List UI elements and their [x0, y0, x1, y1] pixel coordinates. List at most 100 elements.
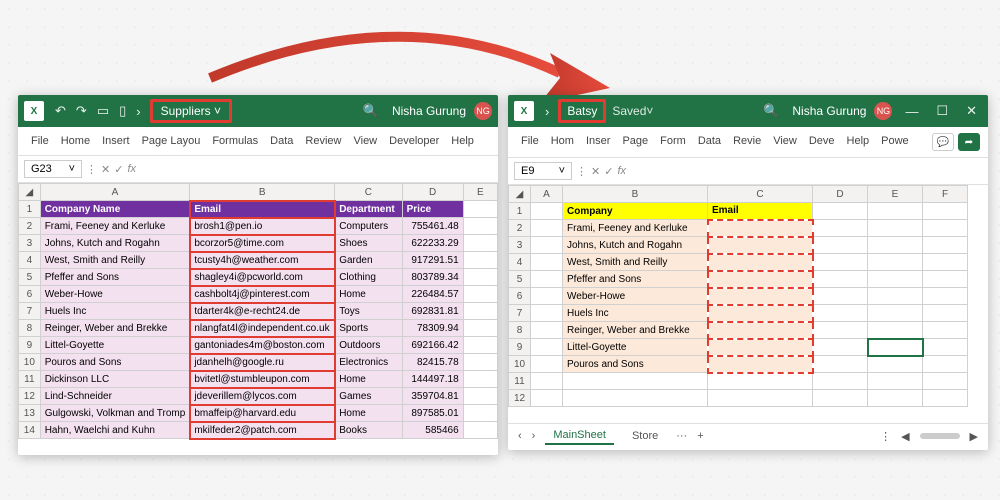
- row-header[interactable]: 12: [19, 388, 41, 405]
- cell[interactable]: [708, 390, 813, 407]
- ribbon-tab[interactable]: Formulas: [207, 133, 263, 149]
- cell[interactable]: Pouros and Sons: [40, 354, 190, 371]
- cell[interactable]: [463, 252, 497, 269]
- cell[interactable]: 897585.01: [402, 405, 463, 422]
- cell[interactable]: mkilfeder2@patch.com: [190, 422, 335, 439]
- cell[interactable]: shagley4i@pcworld.com: [190, 269, 335, 286]
- col-header[interactable]: D: [813, 186, 868, 203]
- select-all[interactable]: ◢: [509, 186, 531, 203]
- cell[interactable]: [531, 373, 563, 390]
- user-name[interactable]: Nisha Gurung: [392, 104, 466, 118]
- cell[interactable]: [813, 390, 868, 407]
- cell[interactable]: [531, 288, 563, 305]
- cell[interactable]: [868, 220, 923, 237]
- cell[interactable]: Home: [335, 405, 402, 422]
- col-header[interactable]: F: [923, 186, 968, 203]
- row-header[interactable]: 7: [19, 303, 41, 320]
- next-sheet-icon[interactable]: ›: [532, 430, 536, 442]
- document-name[interactable]: Batsy: [558, 99, 606, 123]
- row-header[interactable]: 5: [509, 271, 531, 288]
- cell[interactable]: 359704.81: [402, 388, 463, 405]
- formula-input[interactable]: [630, 165, 982, 177]
- avatar[interactable]: NG: [874, 102, 892, 120]
- ribbon-tab[interactable]: Page Layou: [137, 133, 206, 149]
- col-header[interactable]: A: [531, 186, 563, 203]
- row-header[interactable]: 3: [509, 237, 531, 254]
- cell[interactable]: Littel-Goyette: [40, 337, 190, 354]
- cell[interactable]: brosh1@pen.io: [190, 218, 335, 235]
- cell[interactable]: Shoes: [335, 235, 402, 252]
- cell[interactable]: [463, 320, 497, 337]
- row-header[interactable]: 1: [509, 203, 531, 220]
- cell[interactable]: [563, 390, 708, 407]
- cell[interactable]: [923, 339, 968, 356]
- confirm-icon[interactable]: ✓: [604, 165, 613, 178]
- col-header[interactable]: B: [190, 184, 335, 201]
- search-icon[interactable]: 🔍: [758, 101, 784, 121]
- cell[interactable]: Hahn, Waelchi and Kuhn: [40, 422, 190, 439]
- cell[interactable]: [923, 356, 968, 373]
- col-header[interactable]: E: [868, 186, 923, 203]
- cell[interactable]: [708, 356, 813, 373]
- cell[interactable]: [708, 220, 813, 237]
- cell[interactable]: [868, 322, 923, 339]
- ribbon-tab[interactable]: Revie: [728, 133, 766, 151]
- col-header[interactable]: C: [335, 184, 402, 201]
- sheet-tab-main[interactable]: MainSheet: [545, 427, 614, 445]
- ribbon-tab[interactable]: Page: [617, 133, 653, 151]
- cell[interactable]: tcusty4h@weather.com: [190, 252, 335, 269]
- row-header[interactable]: 8: [509, 322, 531, 339]
- cell[interactable]: bmaffeip@harvard.edu: [190, 405, 335, 422]
- more-sheets-icon[interactable]: ···: [676, 430, 687, 442]
- cell[interactable]: [868, 254, 923, 271]
- minimize-icon[interactable]: —: [900, 102, 923, 121]
- col-header[interactable]: B: [563, 186, 708, 203]
- cell[interactable]: [813, 356, 868, 373]
- cell[interactable]: [463, 388, 497, 405]
- cell[interactable]: [923, 322, 968, 339]
- scroll-left-icon[interactable]: ◀: [901, 430, 909, 443]
- cell[interactable]: [531, 305, 563, 322]
- cell[interactable]: jdeverillem@lycos.com: [190, 388, 335, 405]
- cell[interactable]: Sports: [335, 320, 402, 337]
- cell[interactable]: [708, 305, 813, 322]
- row-header[interactable]: 9: [19, 337, 41, 354]
- cell[interactable]: 78309.94: [402, 320, 463, 337]
- cell[interactable]: Johns, Kutch and Rogahn: [563, 237, 708, 254]
- cell[interactable]: Huels Inc: [40, 303, 190, 320]
- cell[interactable]: [463, 422, 497, 439]
- ribbon-tab[interactable]: Help: [446, 133, 479, 149]
- cell[interactable]: [868, 339, 923, 356]
- ribbon-tab[interactable]: Deve: [804, 133, 840, 151]
- cell[interactable]: Weber-Howe: [40, 286, 190, 303]
- cell[interactable]: [563, 373, 708, 390]
- cell[interactable]: 585466: [402, 422, 463, 439]
- cell[interactable]: Home: [335, 371, 402, 388]
- cell[interactable]: [923, 390, 968, 407]
- cell[interactable]: [531, 356, 563, 373]
- cell[interactable]: 692166.42: [402, 337, 463, 354]
- cell[interactable]: [813, 339, 868, 356]
- add-sheet-icon[interactable]: +: [697, 430, 703, 442]
- cell[interactable]: [813, 373, 868, 390]
- cell[interactable]: [813, 220, 868, 237]
- ribbon-tab[interactable]: Inser: [581, 133, 615, 151]
- row-header[interactable]: 8: [19, 320, 41, 337]
- cell[interactable]: 917291.51: [402, 252, 463, 269]
- document-name[interactable]: Suppliers ˅: [150, 99, 232, 123]
- cell[interactable]: gantoniades4m@boston.com: [190, 337, 335, 354]
- cell[interactable]: 622233.29: [402, 235, 463, 252]
- cell[interactable]: [531, 237, 563, 254]
- cell[interactable]: West, Smith and Reilly: [40, 252, 190, 269]
- cell[interactable]: [923, 305, 968, 322]
- dropdown-icon[interactable]: ⋮: [576, 165, 587, 178]
- scrollbar[interactable]: [920, 433, 960, 439]
- cell[interactable]: cashbolt4j@pinterest.com: [190, 286, 335, 303]
- cell[interactable]: [923, 271, 968, 288]
- ribbon-tab[interactable]: Form: [655, 133, 691, 151]
- row-header[interactable]: 2: [509, 220, 531, 237]
- ribbon-tab[interactable]: View: [768, 133, 802, 151]
- cell[interactable]: [463, 286, 497, 303]
- cell[interactable]: jdanhelh@google.ru: [190, 354, 335, 371]
- ribbon-tab[interactable]: Help: [842, 133, 875, 151]
